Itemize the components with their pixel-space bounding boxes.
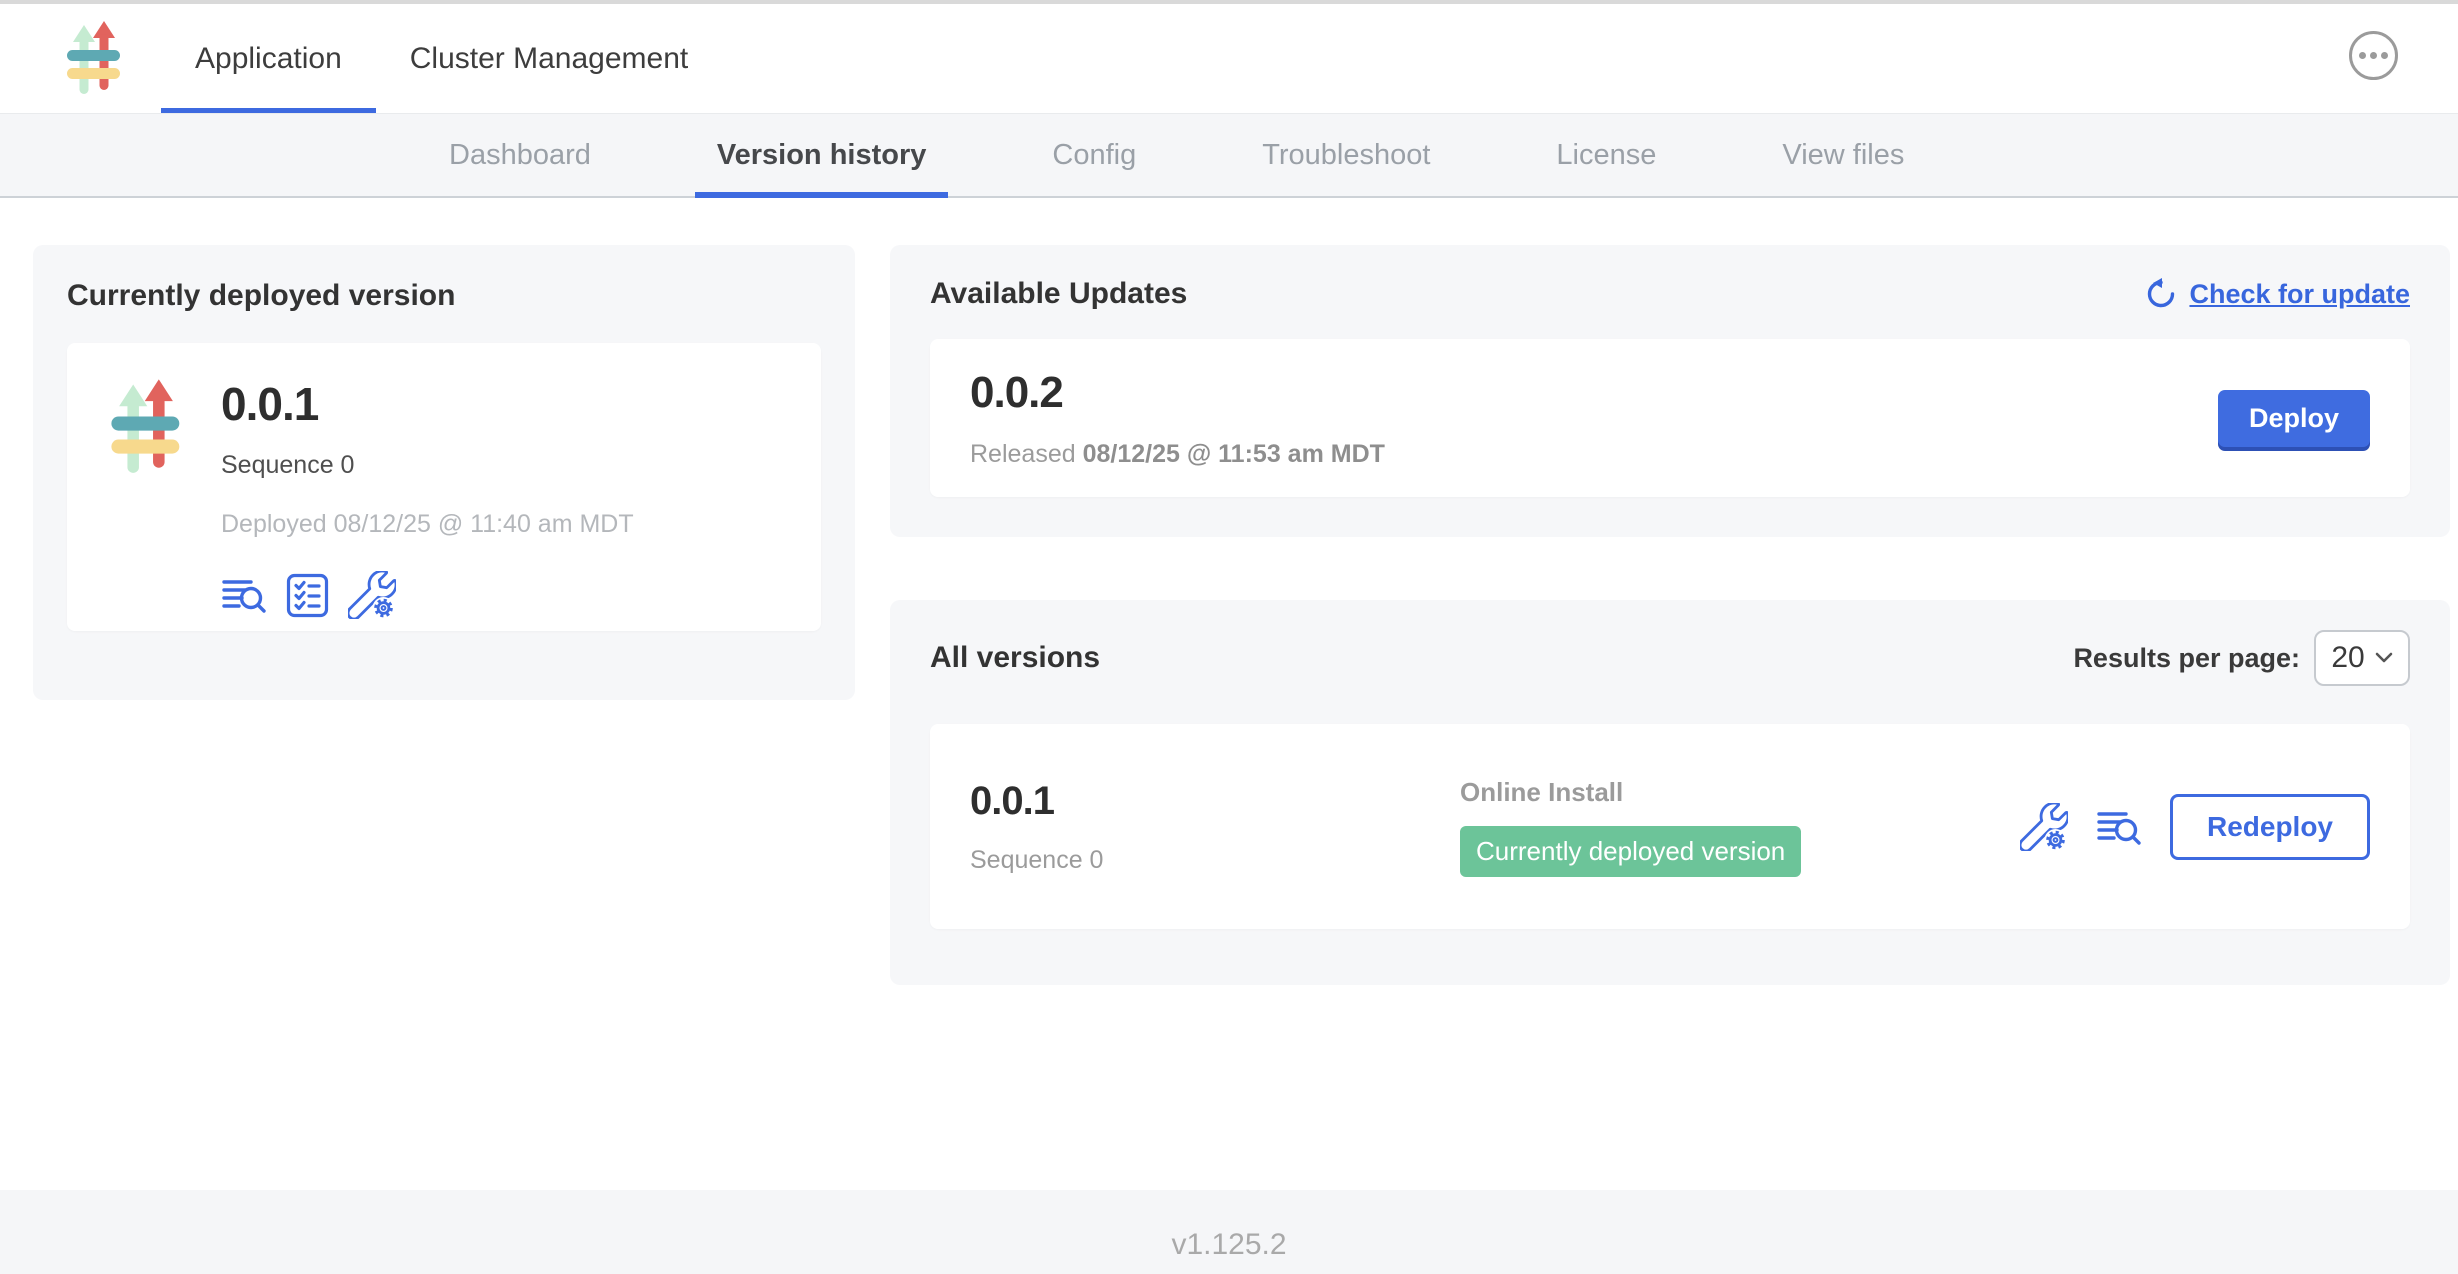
overflow-menu-button[interactable] (2349, 31, 2398, 80)
all-versions-title: All versions (930, 641, 1100, 675)
available-updates-header: Available Updates Check for update (930, 277, 2410, 311)
log-search-icon (2096, 805, 2142, 849)
deployed-sequence: Sequence 0 (221, 451, 634, 480)
subnav-tab-dashboard[interactable]: Dashboard (427, 114, 613, 196)
app-subnav: Dashboard Version history Config Trouble… (0, 114, 2458, 198)
wrench-gear-icon (348, 571, 396, 619)
tab-application-label: Application (195, 42, 342, 76)
view-logs-button[interactable] (2096, 805, 2142, 849)
subnav-tab-version-history[interactable]: Version history (695, 114, 949, 196)
update-info: 0.0.2 Released 08/12/25 @ 11:53 am MDT (970, 368, 1385, 469)
log-search-icon (221, 573, 267, 617)
update-released-timestamp: Released 08/12/25 @ 11:53 am MDT (970, 440, 1385, 469)
version-row-actions: Redeploy (2020, 794, 2370, 860)
app-logo (62, 21, 126, 97)
all-versions-header: All versions Results per page: 20 (930, 630, 2410, 686)
row-sequence: Sequence 0 (970, 846, 1460, 875)
version-row-info: 0.0.1 Sequence 0 (970, 779, 1460, 875)
subnav-config-label: Config (1052, 139, 1136, 172)
results-per-page: Results per page: 20 (2073, 630, 2410, 686)
subnav-tab-troubleshoot[interactable]: Troubleshoot (1240, 114, 1452, 196)
view-logs-button[interactable] (221, 573, 267, 617)
refresh-icon (2145, 278, 2177, 310)
tab-cluster-management[interactable]: Cluster Management (376, 4, 722, 113)
app-header: Application Cluster Management (0, 4, 2458, 114)
update-version-number: 0.0.2 (970, 368, 1385, 418)
page-footer: v1.125.2 (0, 1190, 2458, 1274)
ellipsis-icon (2359, 52, 2366, 59)
subnav-dashboard-label: Dashboard (449, 139, 591, 172)
deployed-version-number: 0.0.1 (221, 377, 634, 431)
tab-application[interactable]: Application (161, 4, 376, 113)
preflight-checks-button[interactable] (285, 573, 330, 618)
deployed-version-panel: 0.0.1 Sequence 0 Deployed 08/12/25 @ 11:… (67, 343, 821, 631)
redeploy-button[interactable]: Redeploy (2170, 794, 2370, 860)
app-logo-icon (62, 21, 126, 97)
deploy-button[interactable]: Deploy (2218, 390, 2370, 447)
currently-deployed-title: Currently deployed version (67, 279, 821, 313)
console-version: v1.125.2 (1171, 1228, 1286, 1261)
edit-config-button[interactable] (348, 571, 396, 619)
deployed-timestamp: Deployed 08/12/25 @ 11:40 am MDT (221, 510, 634, 539)
app-logo (105, 379, 187, 597)
all-versions-card: All versions Results per page: 20 0.0.1 … (890, 600, 2450, 985)
subnav-tab-config[interactable]: Config (1030, 114, 1158, 196)
results-per-page-value: 20 (2331, 641, 2364, 675)
released-date: 08/12/25 @ 11:53 am MDT (1083, 440, 1385, 468)
check-for-update-link[interactable]: Check for update (2145, 278, 2410, 310)
released-prefix: Released (970, 440, 1083, 468)
available-updates-title: Available Updates (930, 277, 1187, 311)
subnav-view-files-label: View files (1782, 139, 1904, 172)
tab-cluster-management-label: Cluster Management (410, 42, 688, 76)
subnav-license-label: License (1556, 139, 1656, 172)
update-row: 0.0.2 Released 08/12/25 @ 11:53 am MDT D… (930, 339, 2410, 497)
header-tabs: Application Cluster Management (161, 4, 722, 113)
subnav-version-history-label: Version history (717, 139, 927, 172)
row-version-number: 0.0.1 (970, 779, 1460, 824)
subnav-tab-view-files[interactable]: View files (1760, 114, 1926, 196)
version-row: 0.0.1 Sequence 0 Online Install Currentl… (930, 724, 2410, 929)
active-tab-underline (161, 108, 376, 113)
check-for-update-label: Check for update (2189, 279, 2410, 310)
currently-deployed-badge: Currently deployed version (1460, 826, 1801, 877)
edit-config-button[interactable] (2020, 803, 2068, 851)
currently-deployed-card: Currently deployed version 0.0.1 Sequenc… (33, 245, 855, 700)
app-logo-icon (105, 379, 187, 477)
subnav-troubleshoot-label: Troubleshoot (1262, 139, 1430, 172)
deployed-version-info: 0.0.1 Sequence 0 Deployed 08/12/25 @ 11:… (221, 377, 634, 597)
subnav-tab-license[interactable]: License (1534, 114, 1678, 196)
version-row-status: Online Install Currently deployed versio… (1460, 777, 1801, 877)
available-updates-card: Available Updates Check for update 0.0.2… (890, 245, 2450, 537)
chevron-down-icon (2375, 652, 2393, 664)
active-subnav-underline (695, 192, 949, 198)
deployed-actions (221, 571, 634, 619)
install-type-label: Online Install (1460, 777, 1801, 808)
wrench-gear-icon (2020, 803, 2068, 851)
results-per-page-select[interactable]: 20 (2314, 630, 2410, 686)
results-per-page-label: Results per page: (2073, 643, 2300, 674)
checklist-icon (285, 573, 330, 618)
